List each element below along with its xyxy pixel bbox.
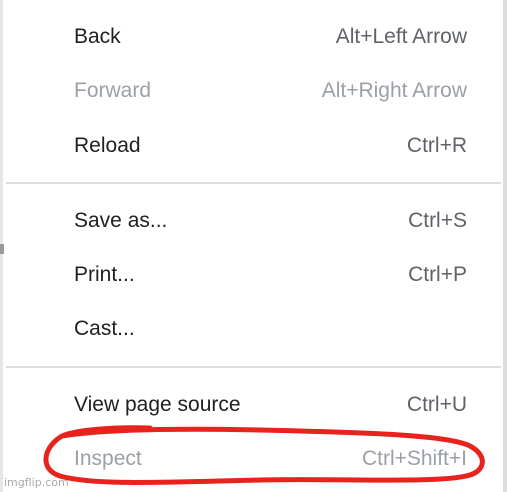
menu-item-label: Back [74, 25, 121, 48]
menu-item-forward[interactable]: Forward Alt+Right Arrow [6, 64, 501, 118]
menu-item-shortcut: Ctrl+R [406, 134, 467, 157]
window-right-edge [503, 0, 507, 492]
menu-item-shortcut: Alt+Right Arrow [321, 79, 467, 102]
context-menu: Back Alt+Left Arrow Forward Alt+Right Ar… [6, 0, 501, 492]
menu-item-label: Inspect [74, 447, 142, 470]
menu-item-shortcut: Alt+Left Arrow [335, 25, 467, 48]
menu-item-inspect[interactable]: Inspect Ctrl+Shift+I [6, 432, 501, 486]
menu-item-label: Cast... [74, 317, 135, 340]
menu-separator [6, 366, 501, 368]
menu-item-reload[interactable]: Reload Ctrl+R [6, 119, 501, 173]
menu-item-save-as[interactable]: Save as... Ctrl+S [6, 194, 501, 248]
menu-item-cast[interactable]: Cast... [6, 302, 501, 356]
watermark: imgflip.com [4, 476, 69, 489]
menu-item-shortcut: Ctrl+P [408, 263, 467, 286]
menu-item-shortcut: Ctrl+U [406, 393, 467, 416]
menu-item-shortcut: Ctrl+Shift+I [361, 447, 467, 470]
menu-item-view-page-source[interactable]: View page source Ctrl+U [6, 378, 501, 432]
menu-item-print[interactable]: Print... Ctrl+P [6, 248, 501, 302]
menu-separator [6, 182, 501, 184]
menu-item-label: View page source [74, 393, 241, 416]
menu-item-shortcut: Ctrl+S [408, 209, 467, 232]
menu-item-label: Save as... [74, 209, 168, 232]
menu-item-label: Reload [74, 134, 141, 157]
window-left-edge-mark [0, 244, 4, 254]
menu-item-label: Forward [74, 79, 152, 102]
menu-item-back[interactable]: Back Alt+Left Arrow [6, 10, 501, 64]
menu-item-label: Print... [74, 263, 135, 286]
